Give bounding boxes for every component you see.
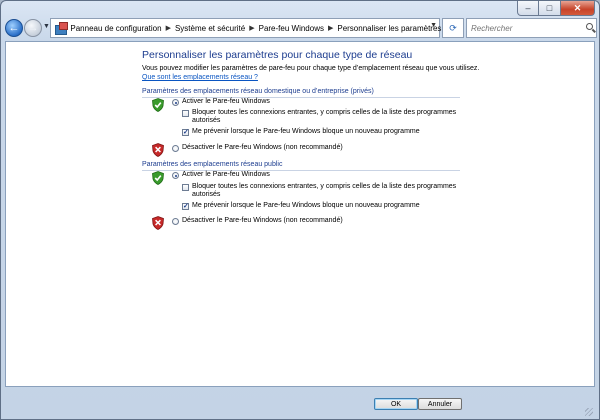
back-button[interactable]: ←: [5, 19, 23, 37]
address-bar: ← → ▼ ▶ Panneau de configuration ▶ Systè…: [5, 18, 597, 40]
search-input[interactable]: [466, 18, 597, 38]
dialog-footer: OK Annuler: [5, 388, 595, 418]
caption-buttons: – □ ✕: [517, 1, 595, 16]
private-enable-firewall-radio[interactable]: Activer le Pare-feu Windows: [172, 98, 270, 106]
private-section-title: Paramètres des emplacements réseau domes…: [142, 88, 374, 95]
checkbox-checked-icon[interactable]: ✓: [182, 129, 189, 136]
cancel-button[interactable]: Annuler: [418, 398, 462, 410]
breadcrumb-system-security[interactable]: Système et sécurité: [175, 24, 245, 33]
address-dropdown-chevron-icon[interactable]: ▼: [430, 22, 437, 29]
public-section-title: Paramètres des emplacements réseau publi…: [142, 161, 283, 168]
public-enable-firewall-radio[interactable]: Activer le Pare-feu Windows: [172, 171, 270, 179]
public-block-all-checkbox[interactable]: Bloquer toutes les connexions entrantes,…: [182, 183, 462, 199]
breadcrumb-separator-icon[interactable]: ▶: [166, 24, 171, 32]
network-locations-help-link[interactable]: Que sont les emplacements réseau ?: [142, 74, 258, 81]
private-notify-checkbox[interactable]: ✓ Me prévenir lorsque le Pare-feu Window…: [182, 128, 420, 136]
radio-selected-icon[interactable]: [172, 172, 179, 179]
public-notify-checkbox[interactable]: ✓ Me prévenir lorsque le Pare-feu Window…: [182, 202, 420, 210]
recent-pages-chevron-icon[interactable]: ▼: [43, 23, 50, 30]
radio-unselected-icon[interactable]: [172, 218, 179, 225]
breadcrumb-separator-icon[interactable]: ▶: [328, 24, 333, 32]
green-shield-check-icon: [152, 98, 164, 112]
breadcrumb-customize-settings[interactable]: Personnaliser les paramètres: [337, 24, 441, 33]
ok-button[interactable]: OK: [374, 398, 418, 410]
breadcrumb-control-panel[interactable]: Panneau de configuration: [70, 24, 161, 33]
search-icon[interactable]: [586, 23, 593, 30]
refresh-icon: ⟳: [449, 22, 457, 33]
red-shield-x-icon: [152, 143, 164, 157]
minimize-button[interactable]: –: [517, 1, 539, 16]
checkbox-unchecked-icon[interactable]: [182, 184, 189, 191]
settings-panel: Personnaliser les paramètres pour chaque…: [5, 41, 595, 387]
breadcrumb[interactable]: ▶ Panneau de configuration ▶ Système et …: [50, 18, 441, 38]
private-block-all-checkbox[interactable]: Bloquer toutes les connexions entrantes,…: [182, 109, 462, 125]
radio-unselected-icon[interactable]: [172, 145, 179, 152]
checkbox-checked-icon[interactable]: ✓: [182, 203, 189, 210]
public-disable-firewall-radio[interactable]: Désactiver le Pare-feu Windows (non reco…: [172, 217, 343, 225]
refresh-button[interactable]: ⟳: [442, 18, 464, 38]
forward-button[interactable]: →: [24, 19, 42, 37]
maximize-button[interactable]: □: [539, 1, 561, 16]
page-title: Personnaliser les paramètres pour chaque…: [142, 49, 413, 61]
page-description: Vous pouvez modifier les paramètres de p…: [142, 65, 480, 72]
firewall-settings-window: – □ ✕ ← → ▼ ▶ Panneau de configuration ▶…: [0, 0, 600, 420]
checkbox-unchecked-icon[interactable]: [182, 110, 189, 117]
red-shield-x-icon: [152, 216, 164, 230]
resize-grip-icon[interactable]: [585, 408, 593, 416]
private-disable-firewall-radio[interactable]: Désactiver le Pare-feu Windows (non reco…: [172, 144, 343, 152]
radio-selected-icon[interactable]: [172, 99, 179, 106]
breadcrumb-separator-icon[interactable]: ▶: [249, 24, 254, 32]
breadcrumb-windows-firewall[interactable]: Pare-feu Windows: [259, 24, 324, 33]
close-button[interactable]: ✕: [561, 1, 595, 16]
green-shield-check-icon: [152, 171, 164, 185]
